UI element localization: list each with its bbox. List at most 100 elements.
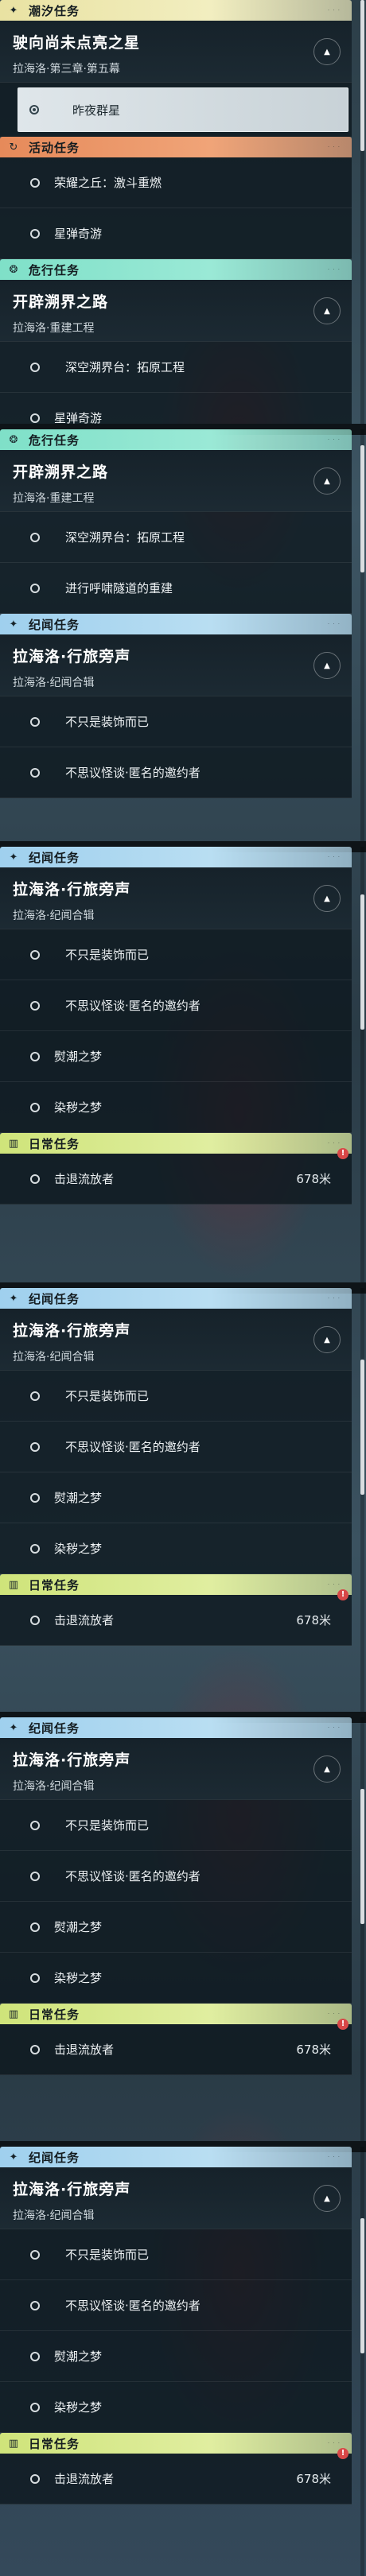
category-header[interactable]: ▥ 日常任务 · · · [0,1133,352,1154]
quest-item[interactable]: 熨潮之梦 [0,1031,352,1082]
alert-badge-icon: ! [337,1589,348,1600]
chevron-up-icon[interactable]: ▲ [313,2185,341,2212]
quest-item[interactable]: 荣耀之丘：激斗重燃 [0,157,352,208]
category-header[interactable]: ✦ 纪闻任务 · · · [0,1288,352,1309]
quest-group-title: 拉海洛·行旅旁声 [13,1322,131,1340]
category-header[interactable]: ↻ 活动任务 · · · [0,137,352,157]
scrollbar-thumb[interactable] [360,2218,364,2353]
radio-circle-icon [30,1442,40,1452]
category-header[interactable]: ✦ 纪闻任务 · · · [0,614,352,634]
quest-distance: 678米 [296,1613,331,1627]
category-label: 危行任务 [29,433,80,448]
quest-group-header[interactable]: 驶向尚未点亮之星 拉海洛·第三章·第五幕 ▲ [0,21,352,83]
chevron-up-icon[interactable]: ▲ [313,1755,341,1783]
scrollbar-thumb[interactable] [360,1360,364,1495]
category-header[interactable]: ❂ 危行任务 · · · [0,429,352,450]
quest-item[interactable]: 不思议怪谈·匿名的邀约者 [0,1851,352,1902]
chevron-up-icon[interactable]: ▲ [313,652,341,679]
quest-group-header[interactable]: 拉海洛·行旅旁声 拉海洛·纪闻合辑 ▲ [0,867,352,929]
quest-item[interactable]: 击退流放者 678米! [0,2448,352,2504]
screenshot-frame: ✦ 纪闻任务 · · · 拉海洛·行旅旁声 拉海洛·纪闻合辑 ▲ 不只是装饰而已 不思议怪谈·… [0,1717,366,2147]
sparkle-icon: ✦ [9,2151,18,2163]
quest-item[interactable]: 不只是装饰而已 [0,1371,352,1422]
quest-label: 不只是装饰而已 [65,948,150,962]
scrollbar-track[interactable] [360,429,364,847]
scrollbar-track[interactable] [360,0,364,429]
category-header[interactable]: ▥ 日常任务 · · · [0,2433,352,2454]
quest-item[interactable]: 不只是装饰而已 [0,929,352,980]
chevron-up-icon[interactable]: ▲ [313,467,341,495]
quest-group-header[interactable]: 开辟溯界之路 拉海洛·重建工程 ▲ [0,280,352,342]
quest-group-header[interactable]: 拉海洛·行旅旁声 拉海洛·纪闻合辑 ▲ [0,2167,352,2229]
category-header[interactable]: ❂ 危行任务 · · · [0,259,352,280]
chevron-up-icon[interactable]: ▲ [313,885,341,912]
category-label: 纪闻任务 [29,1721,80,1736]
scrollbar-track[interactable] [360,1717,364,2147]
quest-group-subtitle: 拉海洛·纪闻合辑 [13,677,95,689]
quest-group-header[interactable]: 拉海洛·行旅旁声 拉海洛·纪闻合辑 ▲ [0,1738,352,1800]
category-header[interactable]: ▥ 日常任务 · · · [0,1574,352,1595]
quest-item[interactable]: 熨潮之梦 [0,2331,352,2382]
scrollbar-track[interactable] [360,1288,364,1717]
quest-label: 不只是装饰而已 [65,1389,150,1403]
quest-item[interactable]: 击退流放者 678米! [0,1589,352,1646]
category-header[interactable]: ✦ 潮汐任务 · · · [0,0,352,21]
quest-group-header[interactable]: 开辟溯界之路 拉海洛·重建工程 ▲ [0,450,352,512]
scrollbar-track[interactable] [360,2147,364,2576]
quest-panel: ✦ 纪闻任务 · · · 拉海洛·行旅旁声 拉海洛·纪闻合辑 ▲ 不只是装饰而已 不思议怪谈·… [0,1717,352,2075]
quest-item-selected[interactable]: 昨夜群星 [18,87,348,132]
radio-circle-icon [30,1821,40,1830]
scrollbar-thumb[interactable] [360,1789,364,1924]
quest-item[interactable]: 熨潮之梦 [0,1472,352,1523]
quest-item[interactable]: 不只是装饰而已 [0,2229,352,2280]
category-header[interactable]: ✦ 纪闻任务 · · · [0,2147,352,2167]
radio-circle-icon [30,1391,40,1401]
category-header[interactable]: ✦ 纪闻任务 · · · [0,1717,352,1738]
radio-circle-icon [30,2250,40,2260]
radio-circle-icon [30,768,40,778]
quest-item[interactable]: 染秽之梦 [0,1082,352,1133]
quest-item[interactable]: 不只是装饰而已 [0,1800,352,1851]
header-decoration: · · · [327,2011,341,2017]
quest-item[interactable]: 染秽之梦 [0,2382,352,2433]
quest-item[interactable]: 不思议怪谈·匿名的邀约者 [0,1422,352,1472]
quest-item[interactable]: 进行呼啸隧道的重建 [0,563,352,614]
radio-circle-icon [30,1616,40,1625]
quest-item[interactable]: 染秽之梦 [0,1953,352,2004]
quest-item[interactable]: 深空溯界台：拓原工程 [0,342,352,393]
chevron-up-icon[interactable]: ▲ [313,38,341,65]
header-decoration: · · · [327,1295,341,1302]
scrollbar-thumb[interactable] [360,894,364,1030]
quest-item[interactable]: 不思议怪谈·匿名的邀约者 [0,2280,352,2331]
scrollbar-thumb[interactable] [360,0,364,151]
chevron-up-icon[interactable]: ▲ [313,297,341,324]
quest-distance: 678米 [296,2472,331,2486]
scrollbar-thumb[interactable] [360,445,364,572]
quest-item[interactable]: 不思议怪谈·匿名的邀约者 [0,980,352,1031]
quest-item[interactable]: 熨潮之梦 [0,1902,352,1953]
quest-item[interactable]: 不只是装饰而已 [0,696,352,747]
quest-selected-wrapper: 昨夜群星 [0,83,352,137]
scrollbar-track[interactable] [360,847,364,1288]
screenshot-frame: ✦ 纪闻任务 · · · 拉海洛·行旅旁声 拉海洛·纪闻合辑 ▲ 不只是装饰而已 不思议怪谈·… [0,2147,366,2576]
quest-item[interactable]: 击退流放者 678米! [0,2019,352,2075]
quest-group-subtitle: 拉海洛·第三章·第五幕 [13,63,120,76]
quest-group-subtitle: 拉海洛·重建工程 [13,492,95,505]
radio-circle-icon [30,584,40,593]
quest-group-header[interactable]: 拉海洛·行旅旁声拉海洛·纪闻合辑 ▲ [0,1309,352,1371]
header-decoration: · · · [327,621,341,627]
quest-item[interactable]: 深空溯界台：拓原工程 [0,512,352,563]
category-header[interactable]: ✦ 纪闻任务 · · · [0,847,352,867]
quest-group-subtitle: 拉海洛·纪闻合辑 [13,1351,95,1364]
screenshot-frame: ✦ 潮汐任务 · · · 驶向尚未点亮之星 拉海洛·第三章·第五幕 ▲ 昨夜群星 ↻ 活动任务 ·… [0,0,366,429]
radio-circle-icon [30,1493,40,1503]
quest-item[interactable]: 不思议怪谈·匿名的邀约者 [0,747,352,798]
quest-group-header[interactable]: 拉海洛·行旅旁声 拉海洛·纪闻合辑 ▲ [0,634,352,696]
quest-item[interactable]: 星弹奇游 [0,208,352,259]
quest-item[interactable]: 击退流放者 678米! [0,1148,352,1205]
radio-circle-icon [30,1973,40,1983]
category-header[interactable]: ▥ 日常任务 · · · [0,2004,352,2024]
radio-circle-icon [30,1001,40,1011]
chevron-up-icon[interactable]: ▲ [313,1326,341,1353]
quest-item[interactable]: 染秽之梦 [0,1523,352,1574]
